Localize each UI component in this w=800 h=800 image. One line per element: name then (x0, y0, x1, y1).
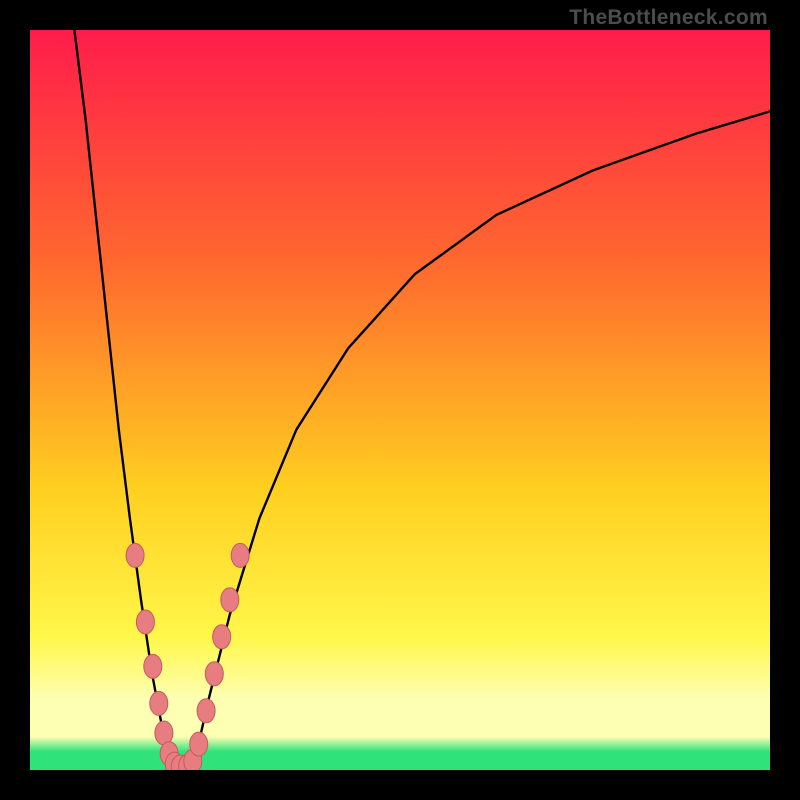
outer-frame: TheBottleneck.com (0, 0, 800, 800)
curve-layer (30, 30, 770, 770)
bead-marker (126, 543, 144, 567)
bead-marker (221, 588, 239, 612)
bead-group (126, 543, 249, 770)
bead-marker (190, 732, 208, 756)
bead-marker (150, 691, 168, 715)
watermark-text: TheBottleneck.com (569, 6, 768, 30)
bead-marker (231, 543, 249, 567)
bead-marker (213, 625, 231, 649)
curve-right-branch (193, 111, 770, 770)
bead-marker (205, 662, 223, 686)
bead-marker (197, 699, 215, 723)
bead-marker (144, 654, 162, 678)
plot-area (30, 30, 770, 770)
bead-marker (136, 610, 154, 634)
